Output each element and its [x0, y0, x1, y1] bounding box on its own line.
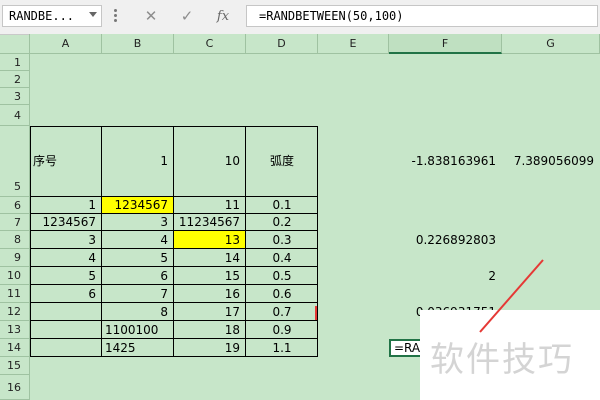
annotation-line — [479, 259, 544, 333]
annotation-arrow — [315, 259, 544, 333]
